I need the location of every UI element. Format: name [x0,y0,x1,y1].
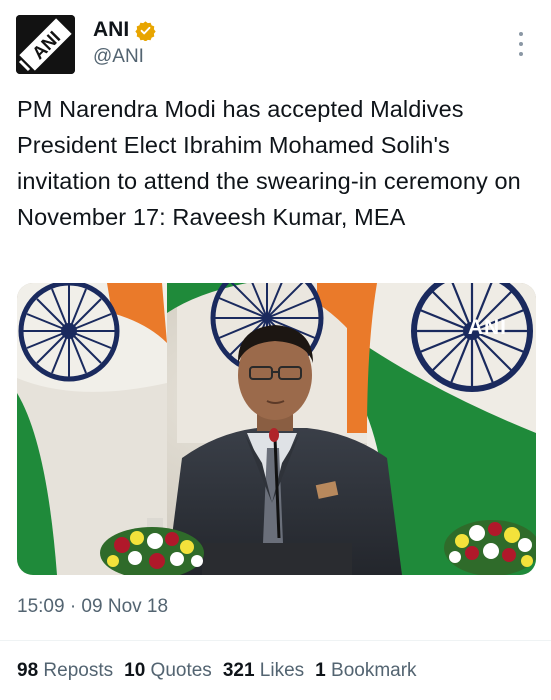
engagement-stats: 98 Reposts 10 Quotes 321 Likes 1 Bookmar… [17,660,417,682]
quotes-count: 10 [124,660,146,681]
bookmarks-stat[interactable]: 1 Bookmark [315,660,416,682]
likes-label: Likes [259,660,305,681]
quotes-stat[interactable]: 10 Quotes [124,660,212,682]
tweet-timestamp[interactable]: 15:09 · 09 Nov 18 [17,596,168,618]
reposts-count: 98 [17,660,39,681]
press-briefing-photo [17,283,536,575]
likes-stat[interactable]: 321 Likes [223,660,304,682]
media-watermark: ANI [467,316,507,339]
verified-badge-icon [135,20,156,41]
tweet-text: PM Narendra Modi has accepted Maldives P… [17,96,521,230]
author-handle[interactable]: @ANI [93,46,144,68]
reposts-label: Reposts [43,660,114,681]
more-options-icon[interactable] [511,32,531,56]
author-avatar[interactable]: ANI [16,15,75,74]
bookmarks-count: 1 [315,660,326,681]
reposts-stat[interactable]: 98 Reposts [17,660,113,682]
likes-count: 321 [222,660,255,681]
quotes-label: Quotes [150,660,212,681]
ani-logo-icon: ANI [16,15,75,74]
divider [0,640,551,641]
author-display-name[interactable]: ANI [93,18,129,42]
tweet-media-image[interactable]: ANI [17,283,536,575]
tweet-card[interactable]: ANI ANI @ANI PM Narendra Modi has accept… [0,0,551,700]
bookmarks-label: Bookmark [331,660,417,681]
